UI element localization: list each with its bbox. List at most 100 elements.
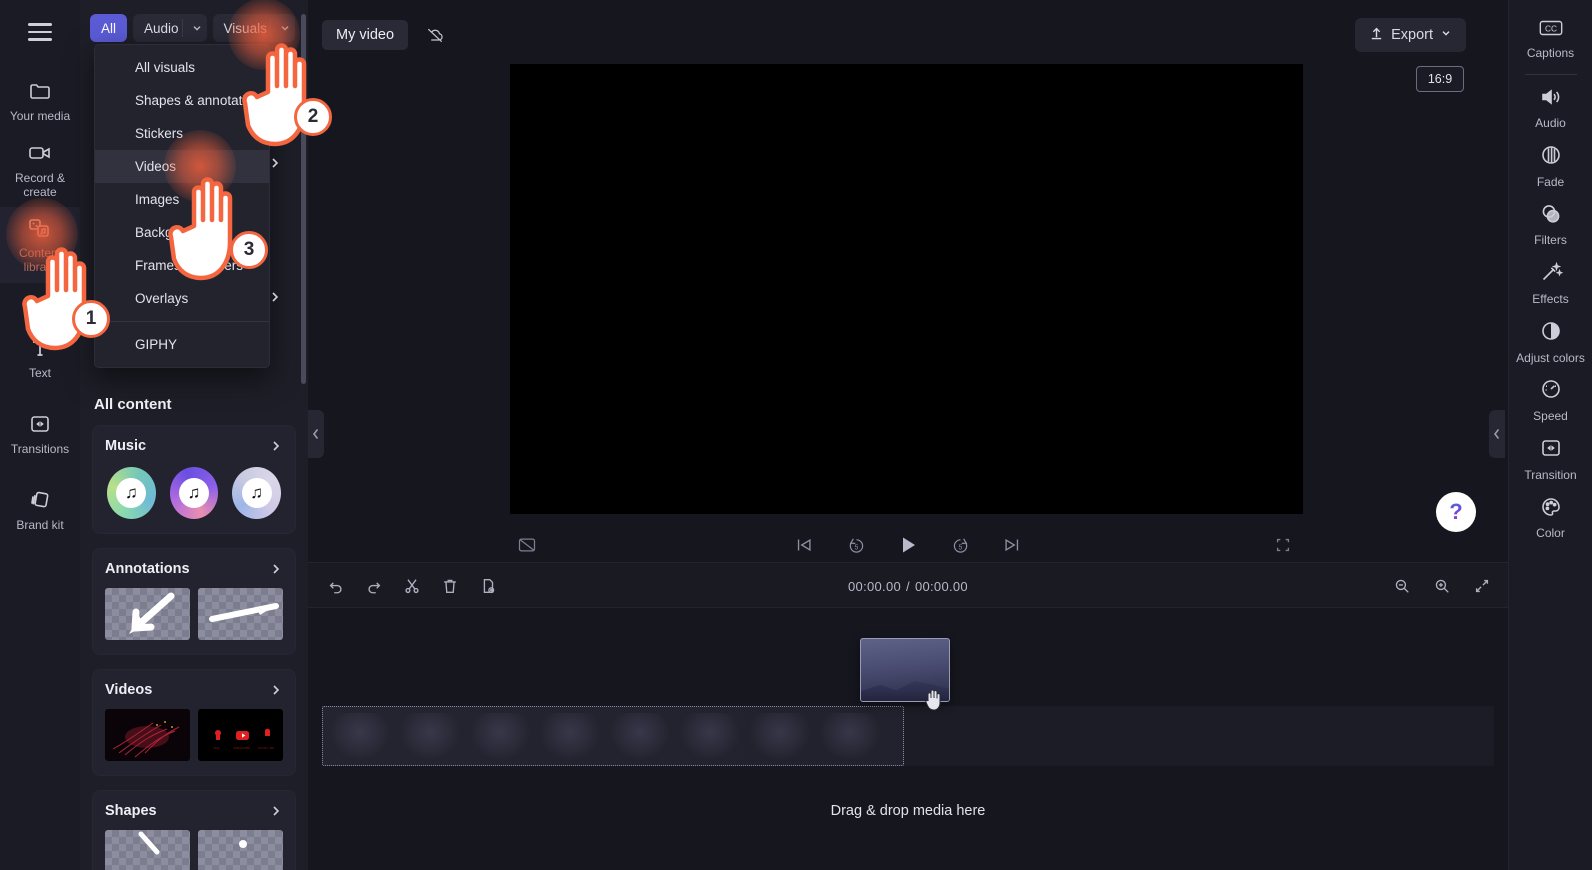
sidebar-item-transitions[interactable]: Transitions bbox=[0, 403, 80, 465]
speedometer-icon bbox=[1539, 377, 1563, 405]
rewind-5-icon[interactable]: 5 bbox=[841, 530, 871, 560]
rrail-item-filters[interactable]: Filters bbox=[1509, 196, 1592, 255]
folder-icon bbox=[27, 78, 53, 104]
annotation-thumb-line[interactable] bbox=[198, 588, 283, 640]
music-thumb[interactable]: ♫ bbox=[107, 467, 156, 519]
speaker-icon bbox=[1539, 86, 1563, 112]
rrail-item-transition[interactable]: Transition bbox=[1509, 430, 1592, 489]
music-note-icon: ♫ bbox=[179, 478, 209, 508]
svg-text:SUBSCRIBE: SUBSCRIBE bbox=[233, 746, 250, 750]
timecode-display: 00:00.00 / 00:00.00 bbox=[308, 563, 1508, 609]
music-thumb[interactable]: ♫ bbox=[232, 467, 281, 519]
filter-dropdown-audio[interactable]: Audio bbox=[133, 14, 207, 42]
menu-item-frames-borders[interactable]: Frames & borders bbox=[95, 249, 269, 282]
rrail-label: Color bbox=[1536, 527, 1565, 541]
annotation-thumb-arrow[interactable] bbox=[105, 588, 190, 640]
library-card-shapes[interactable]: Shapes bbox=[92, 790, 296, 870]
chevron-right-icon[interactable] bbox=[269, 439, 283, 453]
rrail-label: Audio bbox=[1535, 117, 1566, 131]
skip-start-icon[interactable] bbox=[789, 530, 819, 560]
menu-item-shapes-annotations[interactable]: Shapes & annotations bbox=[95, 84, 269, 117]
menu-divider bbox=[95, 321, 269, 322]
left-navigation-rail: Your media Record & create bbox=[0, 0, 80, 870]
sidebar-item-text[interactable]: Text bbox=[0, 327, 80, 389]
all-content-heading: All content bbox=[94, 396, 296, 413]
zoom-out-icon[interactable] bbox=[1388, 572, 1416, 600]
menu-item-backgrounds[interactable]: Backgrounds bbox=[95, 216, 269, 249]
timeline-drop-target[interactable] bbox=[322, 706, 904, 766]
brand-kit-icon bbox=[27, 487, 53, 513]
rrail-item-adjust-colors[interactable]: Adjust colors bbox=[1509, 313, 1592, 372]
skip-end-icon[interactable] bbox=[997, 530, 1027, 560]
transitions-icon bbox=[27, 411, 53, 437]
current-time: 00:00.00 bbox=[848, 579, 901, 594]
menu-submenu-chevron-videos[interactable] bbox=[268, 156, 282, 175]
chevron-right-icon[interactable] bbox=[269, 683, 283, 697]
play-icon[interactable] bbox=[893, 530, 923, 560]
card-title: Shapes bbox=[105, 803, 157, 819]
collapse-library-panel-button[interactable] bbox=[308, 410, 324, 458]
timeline-body[interactable]: Drag & drop media here bbox=[308, 608, 1508, 870]
svg-text:CC: CC bbox=[1544, 23, 1556, 33]
video-thumb-particles[interactable] bbox=[105, 709, 190, 761]
total-time: 00:00.00 bbox=[915, 579, 968, 594]
menu-item-overlays[interactable]: Overlays bbox=[95, 282, 269, 315]
export-button[interactable]: Export bbox=[1355, 18, 1466, 52]
chevron-down-icon bbox=[191, 22, 203, 34]
chip-divider bbox=[182, 19, 183, 37]
sidebar-label: Text bbox=[29, 367, 51, 381]
rrail-item-fade[interactable]: Fade bbox=[1509, 137, 1592, 196]
menu-item-videos[interactable]: Videos bbox=[95, 150, 269, 183]
sidebar-item-your-media[interactable]: Your media bbox=[0, 70, 80, 132]
forward-5-icon[interactable]: 5 bbox=[945, 530, 975, 560]
card-title: Videos bbox=[105, 682, 152, 698]
library-card-videos[interactable]: Videos bbox=[92, 669, 296, 776]
properties-rail: CC Captions Audio Fade bbox=[1508, 0, 1592, 870]
rrail-label: Fade bbox=[1537, 176, 1564, 190]
library-card-annotations[interactable]: Annotations bbox=[92, 548, 296, 655]
cloud-off-icon[interactable] bbox=[420, 20, 450, 50]
sidebar-item-record-create[interactable]: Record & create bbox=[0, 132, 80, 208]
transition-icon bbox=[1539, 436, 1563, 464]
hamburger-icon[interactable] bbox=[12, 8, 68, 56]
filter-chip-all[interactable]: All bbox=[90, 14, 127, 42]
chevron-right-icon[interactable] bbox=[269, 562, 283, 576]
music-thumb[interactable]: ♫ bbox=[170, 467, 219, 519]
menu-submenu-chevron-overlays[interactable] bbox=[268, 290, 282, 309]
rrail-label: Filters bbox=[1534, 234, 1567, 248]
divider bbox=[1525, 74, 1577, 75]
music-note-icon: ♫ bbox=[242, 478, 272, 508]
fullscreen-icon bbox=[1268, 530, 1298, 560]
project-title-input[interactable]: My video bbox=[322, 20, 408, 50]
collapse-properties-panel-button[interactable] bbox=[1489, 410, 1505, 458]
rrail-item-speed[interactable]: Speed bbox=[1509, 371, 1592, 430]
menu-item-giphy[interactable]: GIPHY bbox=[95, 328, 269, 361]
sidebar-item-brand-kit[interactable]: Brand kit bbox=[0, 479, 80, 541]
chevron-right-icon[interactable] bbox=[269, 804, 283, 818]
video-thumb-subscribe[interactable]: LIKESUBSCRIBENOTIFY ME bbox=[198, 709, 283, 761]
fit-to-screen-icon[interactable] bbox=[1468, 572, 1496, 600]
menu-item-stickers[interactable]: Stickers bbox=[95, 117, 269, 150]
drop-hint-text: Drag & drop media here bbox=[308, 803, 1508, 819]
rrail-item-captions[interactable]: CC Captions bbox=[1509, 10, 1592, 68]
editor-window: Your media Record & create bbox=[0, 0, 1592, 870]
filter-dropdown-visuals[interactable]: Visuals bbox=[213, 14, 295, 42]
content-library-icon bbox=[27, 215, 53, 241]
help-button[interactable]: ? bbox=[1436, 492, 1476, 532]
svg-text:5: 5 bbox=[854, 544, 858, 551]
adjust-colors-icon bbox=[1539, 319, 1563, 347]
rrail-item-effects[interactable]: Effects bbox=[1509, 254, 1592, 313]
visuals-dropdown-menu: All visuals Shapes & annotations Sticker… bbox=[94, 44, 270, 368]
rrail-item-audio[interactable]: Audio bbox=[1509, 79, 1592, 137]
sidebar-label: Content library bbox=[2, 247, 78, 275]
library-card-music[interactable]: Music ♫ ♫ ♫ bbox=[92, 425, 296, 534]
rrail-item-color[interactable]: Color bbox=[1509, 489, 1592, 548]
main-area: My video Export 16:9 bbox=[308, 0, 1508, 870]
shape-thumb-1[interactable] bbox=[105, 830, 190, 870]
video-preview-canvas[interactable] bbox=[510, 64, 1303, 514]
menu-item-images[interactable]: Images bbox=[95, 183, 269, 216]
zoom-in-icon[interactable] bbox=[1428, 572, 1456, 600]
menu-item-all-visuals[interactable]: All visuals bbox=[95, 51, 269, 84]
shape-thumb-2[interactable] bbox=[198, 830, 283, 870]
sidebar-item-content-library[interactable]: Content library bbox=[0, 207, 80, 283]
